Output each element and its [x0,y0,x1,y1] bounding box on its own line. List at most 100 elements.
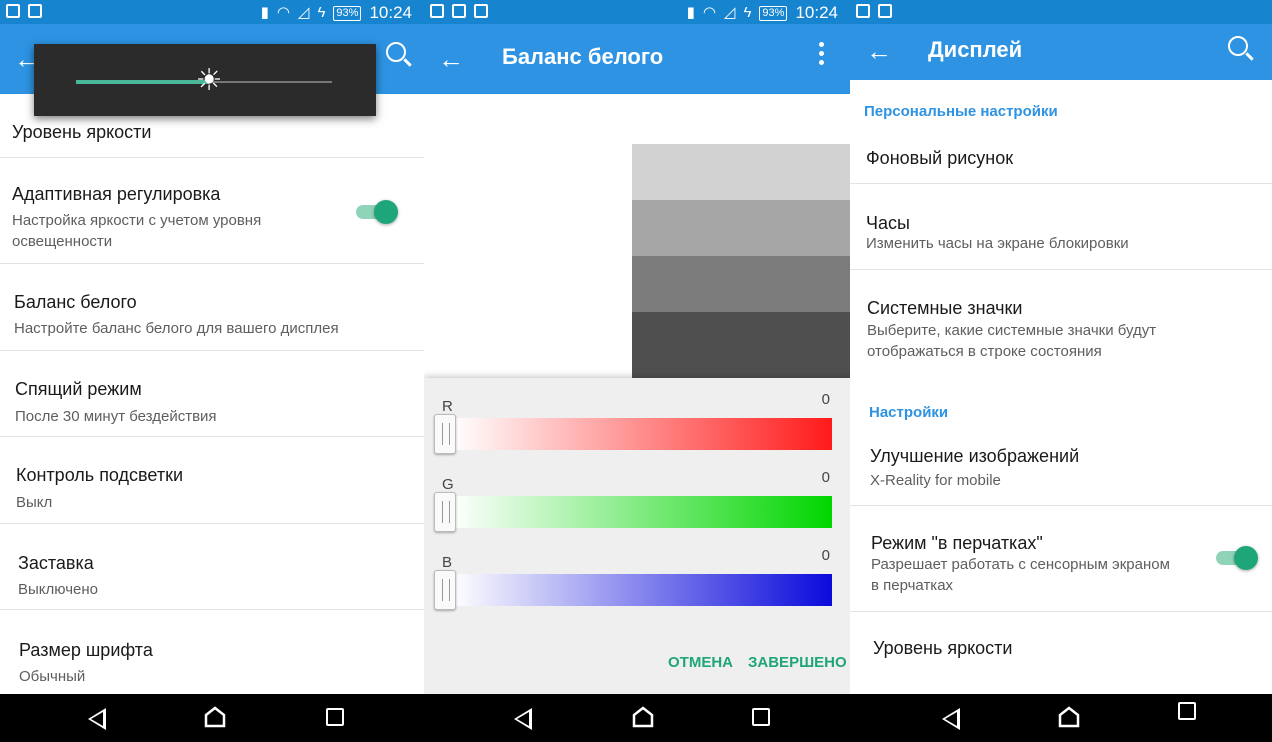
row-title: Контроль подсветки [16,465,184,485]
panel-white-balance: ▮ ◠ ◿ ϟ 93% 10:24 ← Баланс белого R 0 G … [424,0,850,742]
list-item-screensaver[interactable]: Заставка Выключено [0,524,424,610]
status-bar [850,0,1272,24]
back-arrow-icon[interactable]: ← [438,46,464,72]
nav-back-icon[interactable] [514,708,532,730]
nav-home-icon[interactable] [632,706,654,728]
row-subtitle: X-Reality for mobile [870,472,1001,489]
row-title: Системные значки [867,298,1023,318]
list-item-brightness[interactable]: Уровень яркости [850,612,1272,682]
overflow-menu-icon[interactable] [819,42,824,65]
app-bar: ← Дисплей [850,24,1272,80]
g-value: 0 [821,469,830,486]
row-subtitle: После 30 минут бездействия [15,408,217,425]
signal-icon: ◿ [723,4,736,21]
list-item-glove-mode[interactable]: Режим "в перчатках" Разрешает работать с… [850,506,1272,612]
nav-bar [850,694,1272,742]
battery-indicator: 93% [759,5,788,21]
list-item-wallpaper[interactable]: Фоновый рисунок [850,126,1272,184]
row-subtitle: Изменить часы на экране блокировки [866,235,1129,252]
row-title: Уровень яркости [873,638,1013,658]
list-item-image-enhancement[interactable]: Улучшение изображений X-Reality for mobi… [850,426,1272,506]
adaptive-toggle[interactable] [356,200,398,224]
row-subtitle: Выключено [18,581,98,598]
row-subtitle: Выберите, какие системные значки будут о… [867,322,1157,360]
mail-icon [452,4,466,18]
list-item-clock[interactable]: Часы Изменить часы на экране блокировки [850,184,1272,270]
row-subtitle: Разрешает работать с сенсорным экраном в… [871,556,1170,594]
briefcase-icon [28,4,42,18]
section-header-settings: Настройки [869,404,949,421]
row-title: Адаптивная регулировка [12,184,221,204]
glove-mode-toggle[interactable] [1216,546,1258,570]
row-subtitle: Настройка яркости с учетом уровня освеще… [12,212,262,250]
search-icon[interactable] [386,42,406,62]
list-item-backlight[interactable]: Контроль подсветки Выкл [0,437,424,524]
row-title: Фоновый рисунок [866,148,1014,168]
g-slider[interactable] [452,496,832,528]
list-item-system-icons[interactable]: Системные значки Выберите, какие системн… [850,270,1272,380]
row-subtitle: Настройте баланс белого для вашего диспл… [14,320,339,337]
image-icon [430,4,444,18]
list-item-adaptive[interactable]: Адаптивная регулировка Настройка яркости… [0,158,424,264]
row-subtitle: Выкл [16,494,53,511]
back-arrow-icon[interactable]: ← [866,38,892,64]
panel-display-settings: ← Дисплей Персональные настройки Фоновый… [850,0,1272,742]
wifi-icon: ◠ [702,4,716,21]
row-title: Баланс белого [14,292,137,312]
g-label: G [442,476,454,493]
b-value: 0 [821,547,830,564]
charging-icon: ϟ [743,4,752,21]
wifi-icon: ◠ [276,4,290,21]
rgb-dialog: R 0 G 0 B 0 ОТМЕНА ЗАВЕРШЕНО [424,378,850,696]
video-icon [474,4,488,18]
done-button[interactable]: ЗАВЕРШЕНО [748,654,847,671]
nav-recents-icon[interactable] [326,708,344,726]
nav-back-icon[interactable] [942,708,960,730]
row-title: Заставка [18,553,94,573]
nav-bar [0,694,424,742]
b-slider-handle[interactable] [434,570,456,610]
image-icon [856,4,870,18]
gray-swatch-2 [632,200,850,258]
r-slider-handle[interactable] [434,414,456,454]
brightness-slider-popup: ☀ [34,44,376,116]
panel-display-brightness: ▮ ◠ ◿ ϟ 93% 10:24 ← Уровень яркости Адап… [0,0,424,742]
page-title: Баланс белого [502,44,664,69]
list-item-white-balance[interactable]: Баланс белого Настройте баланс белого дл… [0,264,424,351]
search-icon[interactable] [1228,36,1248,56]
row-title: Улучшение изображений [870,446,1080,466]
r-value: 0 [821,391,830,408]
mail-icon [878,4,892,18]
page-title: Дисплей [928,37,1023,62]
row-subtitle: Обычный [19,668,86,685]
row-title: Спящий режим [15,379,142,399]
row-title: Размер шрифта [19,640,153,660]
b-label: B [442,554,453,571]
sim-icon: ▮ [686,4,695,21]
list-item-sleep[interactable]: Спящий режим После 30 минут бездействия [0,351,424,437]
g-slider-handle[interactable] [434,492,456,532]
r-label: R [442,398,453,415]
brightness-fill [76,80,210,84]
nav-home-icon[interactable] [1058,706,1080,728]
b-slider[interactable] [452,574,832,606]
cancel-button[interactable]: ОТМЕНА [668,654,733,671]
list-item-font-size[interactable]: Размер шрифта Обычный [0,610,424,700]
nav-recents-icon[interactable] [752,708,770,726]
nav-home-icon[interactable] [204,706,226,728]
clock: 10:24 [369,3,412,22]
brightness-track[interactable]: ☀ [76,64,332,97]
r-slider[interactable] [452,418,832,450]
section-header-personal: Персональные настройки [864,103,1058,120]
mail-icon [6,4,20,18]
battery-indicator: 93% [333,5,362,21]
nav-back-icon[interactable] [88,708,106,730]
gray-swatch-1 [632,144,850,202]
status-bar: ▮ ◠ ◿ ϟ 93% 10:24 [0,0,424,24]
status-bar: ▮ ◠ ◿ ϟ 93% 10:24 [424,0,850,24]
nav-recents-icon[interactable] [1178,702,1196,720]
sim-icon: ▮ [260,4,269,21]
brightness-sun-icon[interactable]: ☀ [192,64,226,98]
row-title: Часы [866,213,910,233]
clock: 10:24 [795,3,838,22]
